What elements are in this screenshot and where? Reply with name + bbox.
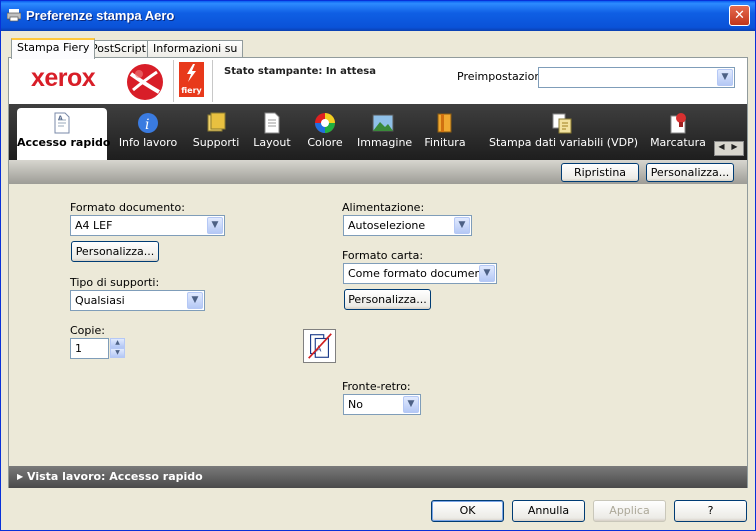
job-view-label: Vista lavoro: Accesso rapido — [27, 470, 203, 483]
image-icon — [372, 114, 394, 132]
toolbar-scroll[interactable]: ◀ ▶ — [714, 141, 744, 156]
quick-access-icon: A — [54, 112, 70, 134]
tab-immagine[interactable]: Immagine — [357, 108, 413, 160]
help-button[interactable]: ? — [674, 500, 747, 522]
doc-customize-button[interactable]: Personalizza... — [71, 241, 159, 262]
fiery-text: fiery — [181, 86, 202, 95]
fiery-logo: fiery — [179, 62, 204, 97]
xerox-sphere-icon — [127, 64, 163, 100]
tab-informazioni[interactable]: Informazioni su — [147, 40, 244, 58]
cancel-button[interactable]: Annulla — [512, 500, 585, 522]
doc-format-select[interactable]: A4 LEF ▼ — [70, 215, 225, 236]
copies-label: Copie: — [70, 324, 105, 337]
finishing-icon — [437, 113, 452, 133]
tab-supporti[interactable]: Supporti — [191, 108, 241, 160]
paper-format-value: Come formato documento — [348, 267, 493, 280]
apply-button[interactable]: Applica — [593, 500, 666, 522]
quick-access-form: Formato documento: A4 LEF ▼ Personalizza… — [9, 184, 747, 466]
chevron-down-icon[interactable]: ▼ — [717, 69, 733, 86]
xerox-logo: xerox — [31, 64, 96, 92]
copies-stepper[interactable]: ▲ ▼ — [110, 338, 125, 359]
arrow-left-icon[interactable]: ◀ — [715, 142, 728, 151]
feed-value: Autoselezione — [348, 219, 426, 232]
tab-label: Layout — [253, 136, 291, 149]
vdp-icon — [552, 113, 572, 134]
media-icon — [207, 112, 226, 132]
printer-status: Stato stampante: In attesa — [224, 66, 376, 77]
window-title: Preferenze stampa Aero — [26, 8, 175, 23]
info-icon: i — [138, 113, 158, 133]
tab-info-lavoro[interactable]: i Info lavoro — [117, 108, 179, 160]
svg-text:i: i — [145, 117, 149, 133]
chevron-down-icon[interactable]: ▼ — [479, 265, 495, 282]
tab-label: Finitura — [424, 136, 466, 149]
media-type-label: Tipo di supporti: — [70, 276, 160, 289]
fiery-flame-icon — [187, 64, 196, 82]
chevron-down-icon[interactable]: ▼ — [403, 396, 419, 413]
media-type-select[interactable]: Qualsiasi ▼ — [70, 290, 205, 311]
ok-button[interactable]: OK — [431, 500, 504, 522]
printer-icon — [7, 9, 21, 22]
tab-colore[interactable]: Colore — [303, 108, 347, 160]
media-type-value: Qualsiasi — [75, 294, 125, 307]
tab-label: Stampa dati variabili (VDP) — [489, 136, 638, 149]
triangle-right-icon: ▶ — [17, 472, 24, 481]
duplex-label: Fronte-retro: — [342, 380, 411, 393]
chevron-down-icon[interactable]: ▼ — [187, 292, 203, 309]
chevron-down-icon[interactable]: ▼ — [454, 217, 470, 234]
layout-icon — [264, 112, 280, 134]
copies-input[interactable]: 1 — [70, 338, 109, 359]
tab-stampa-fiery[interactable]: Stampa Fiery — [11, 38, 96, 59]
tab-stampa-dati-variabili[interactable]: Stampa dati variabili (VDP) — [489, 108, 638, 160]
feature-toolbar: A Accesso rapido i Info lavoro Supporti — [9, 104, 747, 160]
close-button[interactable]: ✕ — [729, 5, 750, 26]
tab-label: Immagine — [357, 136, 413, 149]
tab-label: Colore — [307, 136, 343, 149]
paper-format-select[interactable]: Come formato documento ▼ — [343, 263, 497, 284]
customize-toolbar-button[interactable]: Personalizza... — [646, 163, 734, 182]
tab-finitura[interactable]: Finitura — [423, 108, 467, 160]
duplex-select[interactable]: No ▼ — [343, 394, 421, 415]
arrow-right-icon[interactable]: ▶ — [728, 142, 741, 151]
divider — [212, 60, 213, 102]
spin-down-icon[interactable]: ▼ — [110, 348, 125, 358]
print-preferences-window: Preferenze stampa Aero ✕ Stampa Fiery Po… — [0, 0, 756, 531]
tab-layout[interactable]: Layout — [249, 108, 295, 160]
header-band: xerox fiery Stato stampante: In attesa P… — [9, 58, 747, 104]
tab-panel: xerox fiery Stato stampante: In attesa P… — [8, 57, 748, 488]
stamping-icon — [670, 113, 686, 134]
tab-label: Supporti — [192, 136, 240, 149]
reset-button[interactable]: Ripristina — [561, 163, 639, 182]
feed-select[interactable]: Autoselezione ▼ — [343, 215, 472, 236]
chevron-down-icon[interactable]: ▼ — [207, 217, 223, 234]
presets-select[interactable]: ▼ — [538, 67, 735, 88]
job-view-bar[interactable]: ▶ Vista lavoro: Accesso rapido — [9, 466, 747, 488]
duplex-value: No — [348, 398, 363, 411]
paper-format-label: Formato carta: — [342, 249, 424, 262]
divider — [173, 60, 174, 102]
svg-text:A: A — [58, 115, 63, 122]
doc-format-value: A4 LEF — [75, 219, 113, 232]
tab-label: Info lavoro — [118, 136, 178, 149]
presets-label: Preimpostazioni: — [457, 70, 549, 83]
tab-label: Marcatura — [650, 136, 706, 149]
tab-label: Accesso rapido — [17, 136, 111, 149]
action-bar: Ripristina Personalizza... — [9, 160, 747, 184]
paper-customize-button[interactable]: Personalizza... — [344, 289, 431, 310]
duplex-icon: A — [303, 329, 336, 363]
tab-accesso-rapido[interactable]: A Accesso rapido — [17, 108, 111, 160]
feed-label: Alimentazione: — [342, 201, 425, 214]
spin-up-icon[interactable]: ▲ — [110, 338, 125, 348]
title-bar[interactable]: Preferenze stampa Aero ✕ — [1, 1, 755, 31]
color-icon — [315, 113, 335, 133]
tab-marcatura[interactable]: Marcatura — [645, 108, 711, 160]
doc-format-label: Formato documento: — [70, 201, 185, 214]
